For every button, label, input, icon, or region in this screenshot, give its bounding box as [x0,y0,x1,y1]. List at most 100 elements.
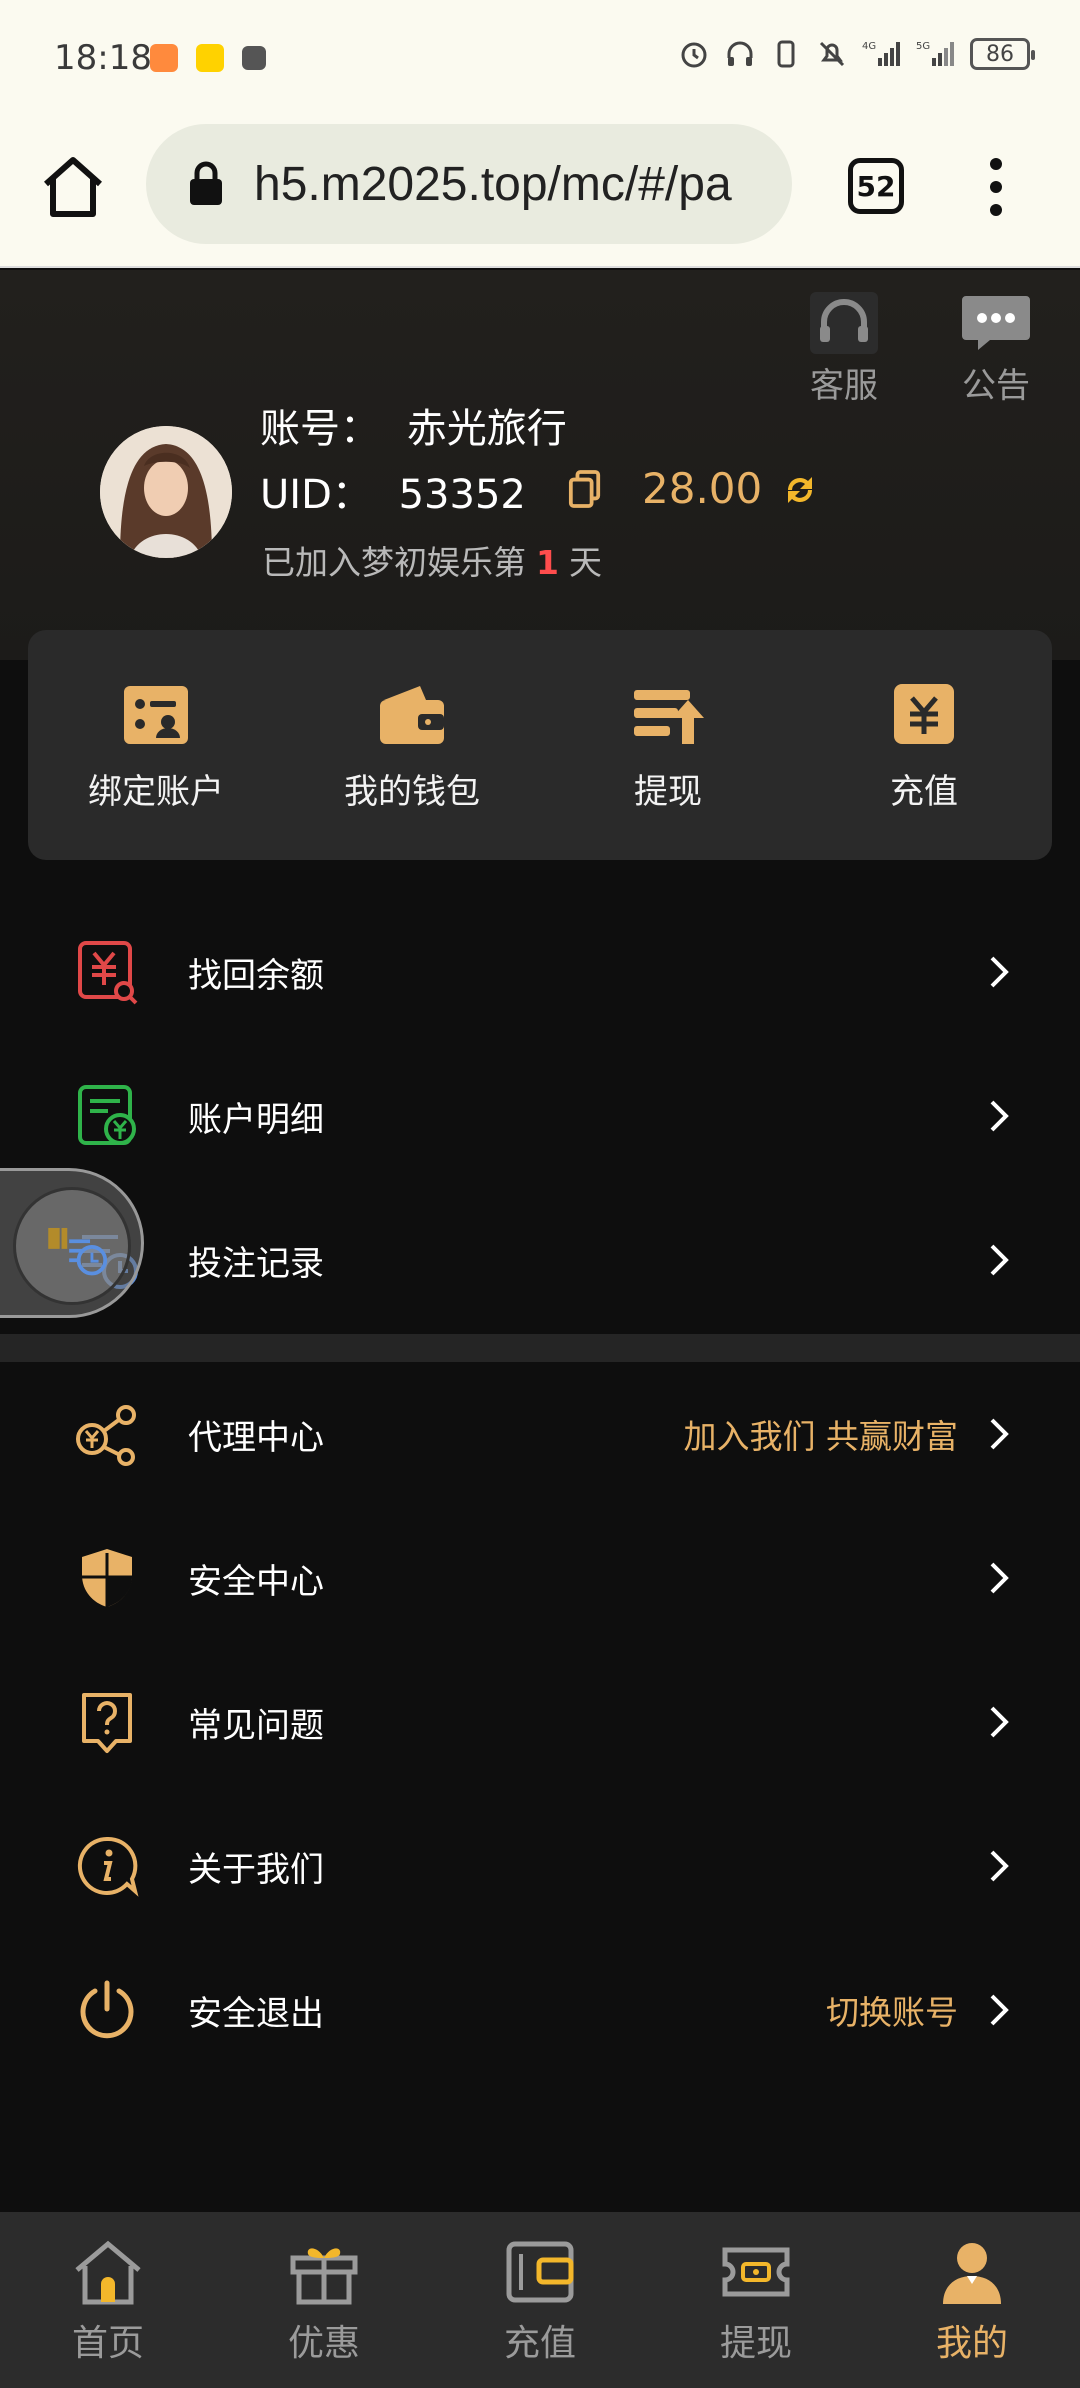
recover-balance-icon [78,941,138,1005]
bind-account-button[interactable]: 绑定账户 [28,630,284,860]
menu-group-settings: 代理中心 加入我们 共赢财富 安全中心 常见问题 关于我们 安全退出 切换账号 [0,1362,1080,2082]
profile-icon [943,2243,1001,2304]
bind-account-icon [124,686,188,744]
menu-item-agent-center[interactable]: 代理中心 加入我们 共赢财富 [0,1362,1080,1506]
nav-profile[interactable]: 我的 [864,2212,1080,2388]
recharge-wallet-icon [506,2241,574,2303]
menu-item-security-center[interactable]: 安全中心 [0,1506,1080,1650]
join-suffix: 天 [568,543,602,582]
floating-assist-button[interactable] [0,1168,144,1318]
chevron-right-icon [990,1244,1009,1276]
faq-label: 常见问题 [188,1705,324,1746]
browser-home-icon[interactable] [40,154,106,220]
account-detail-icon [78,1085,136,1145]
chat-bubble-icon [962,296,1030,350]
browser-toolbar: h5.m2025.top/mc/#/pa 52 [0,118,1080,268]
wallet-icon [380,686,444,744]
menu-item-logout[interactable]: 安全退出 切换账号 [0,1938,1080,2082]
customer-service-button[interactable]: 客服 [794,292,894,407]
alarm-icon [681,42,707,68]
power-icon [80,1980,134,2039]
headphones-icon [727,41,753,66]
profile-header: 客服 公告 账号： 赤光旅行 UID： 53352 28.00 已加入梦初娱乐第… [0,270,1080,660]
tab-switcher-button[interactable]: 52 [848,158,904,214]
chevron-right-icon [990,1100,1009,1132]
svg-text:5G: 5G [916,41,930,52]
withdraw-ticket-icon [722,2247,790,2297]
home-icon [75,2240,141,2305]
bottom-navigation: 首页 优惠 充值 提现 我的 [0,2212,1080,2388]
account-detail-label: 账户明细 [188,1099,324,1140]
account-name: 赤光旅行 [406,406,567,452]
section-divider [0,1334,1080,1364]
notice-button[interactable]: 公告 [946,292,1046,407]
menu-item-account-detail[interactable]: 账户明细 [0,1044,1080,1188]
join-days: 1 [536,543,559,582]
chevron-right-icon [990,1562,1009,1594]
agent-center-promo: 加入我们 共赢财富 [683,1417,959,1456]
faq-icon [82,1693,132,1753]
nav-home-label: 首页 [71,2323,144,2364]
address-bar[interactable]: h5.m2025.top/mc/#/pa [146,124,792,244]
info-icon [77,1836,139,1897]
nav-profile-label: 我的 [935,2323,1008,2364]
status-time: 18:18 [54,38,152,78]
nav-promotions[interactable]: 优惠 [216,2212,432,2388]
battery-icon: 86 [970,38,1035,70]
account-name-row: 账号： 赤光旅行 [260,396,567,454]
floating-record-icon [48,1227,108,1276]
copy-icon[interactable] [568,470,602,508]
recharge-button[interactable]: 充值 [796,630,1052,860]
menu-item-faq[interactable]: 常见问题 [0,1650,1080,1794]
more-menu-icon[interactable] [976,154,1016,220]
uid-label: UID： [260,472,372,518]
withdraw-label: 提现 [634,772,702,812]
agent-center-icon [76,1405,136,1466]
balance-amount: 28.00 [642,464,763,513]
menu-item-about-us[interactable]: 关于我们 [0,1794,1080,1938]
nav-recharge[interactable]: 充值 [432,2212,648,2388]
menu-item-bet-record[interactable]: 投注记录 [0,1188,1080,1332]
svg-text:4G: 4G [862,41,876,52]
quick-actions-card: 绑定账户 我的钱包 提现 充值 [28,630,1052,860]
meituan-app-icon [196,44,224,72]
recover-balance-label: 找回余额 [188,955,324,996]
url-text: h5.m2025.top/mc/#/pa [254,157,732,211]
nav-home[interactable]: 首页 [0,2212,216,2388]
floating-button-core [13,1187,131,1305]
menu-item-recover-balance[interactable]: 找回余额 [0,900,1080,1044]
membership-days: 已加入梦初娱乐第 1 天 [262,536,602,584]
refresh-icon[interactable] [780,470,820,510]
menu-group-wallet: 找回余额 账户明细 投注记录 [0,900,1080,1332]
avatar[interactable] [100,426,232,558]
lock-icon [190,161,222,205]
vibrate-icon [777,40,795,68]
bind-account-label: 绑定账户 [88,772,224,812]
my-wallet-label: 我的钱包 [344,772,480,812]
notice-label: 公告 [962,366,1030,406]
agent-center-label: 代理中心 [188,1417,324,1458]
uid-value: 53352 [398,472,526,518]
taobao-app-icon [150,44,178,72]
account-label: 账号： [260,406,380,452]
customer-service-label: 客服 [810,366,878,406]
signal-4g-icon: 4G [862,41,900,66]
recharge-label: 充值 [890,772,958,812]
join-prefix: 已加入梦初娱乐第 [262,543,526,582]
my-wallet-button[interactable]: 我的钱包 [284,630,540,860]
about-us-label: 关于我们 [188,1849,324,1890]
withdraw-button[interactable]: 提现 [540,630,796,860]
nav-promotions-label: 优惠 [287,2323,360,2364]
mute-icon [819,41,845,67]
chevron-right-icon [990,1418,1009,1450]
chevron-right-icon [990,1706,1009,1738]
chevron-right-icon [990,1994,1009,2026]
withdraw-icon [634,690,704,744]
switch-account-link[interactable]: 切换账号 [826,1986,958,2034]
recharge-icon [894,684,954,744]
status-icons: 4G 5G 86 [678,38,1035,70]
logout-label: 安全退出 [188,1993,324,2034]
security-center-label: 安全中心 [188,1561,324,1602]
chevron-right-icon [990,1850,1009,1882]
nav-withdraw[interactable]: 提现 [648,2212,864,2388]
